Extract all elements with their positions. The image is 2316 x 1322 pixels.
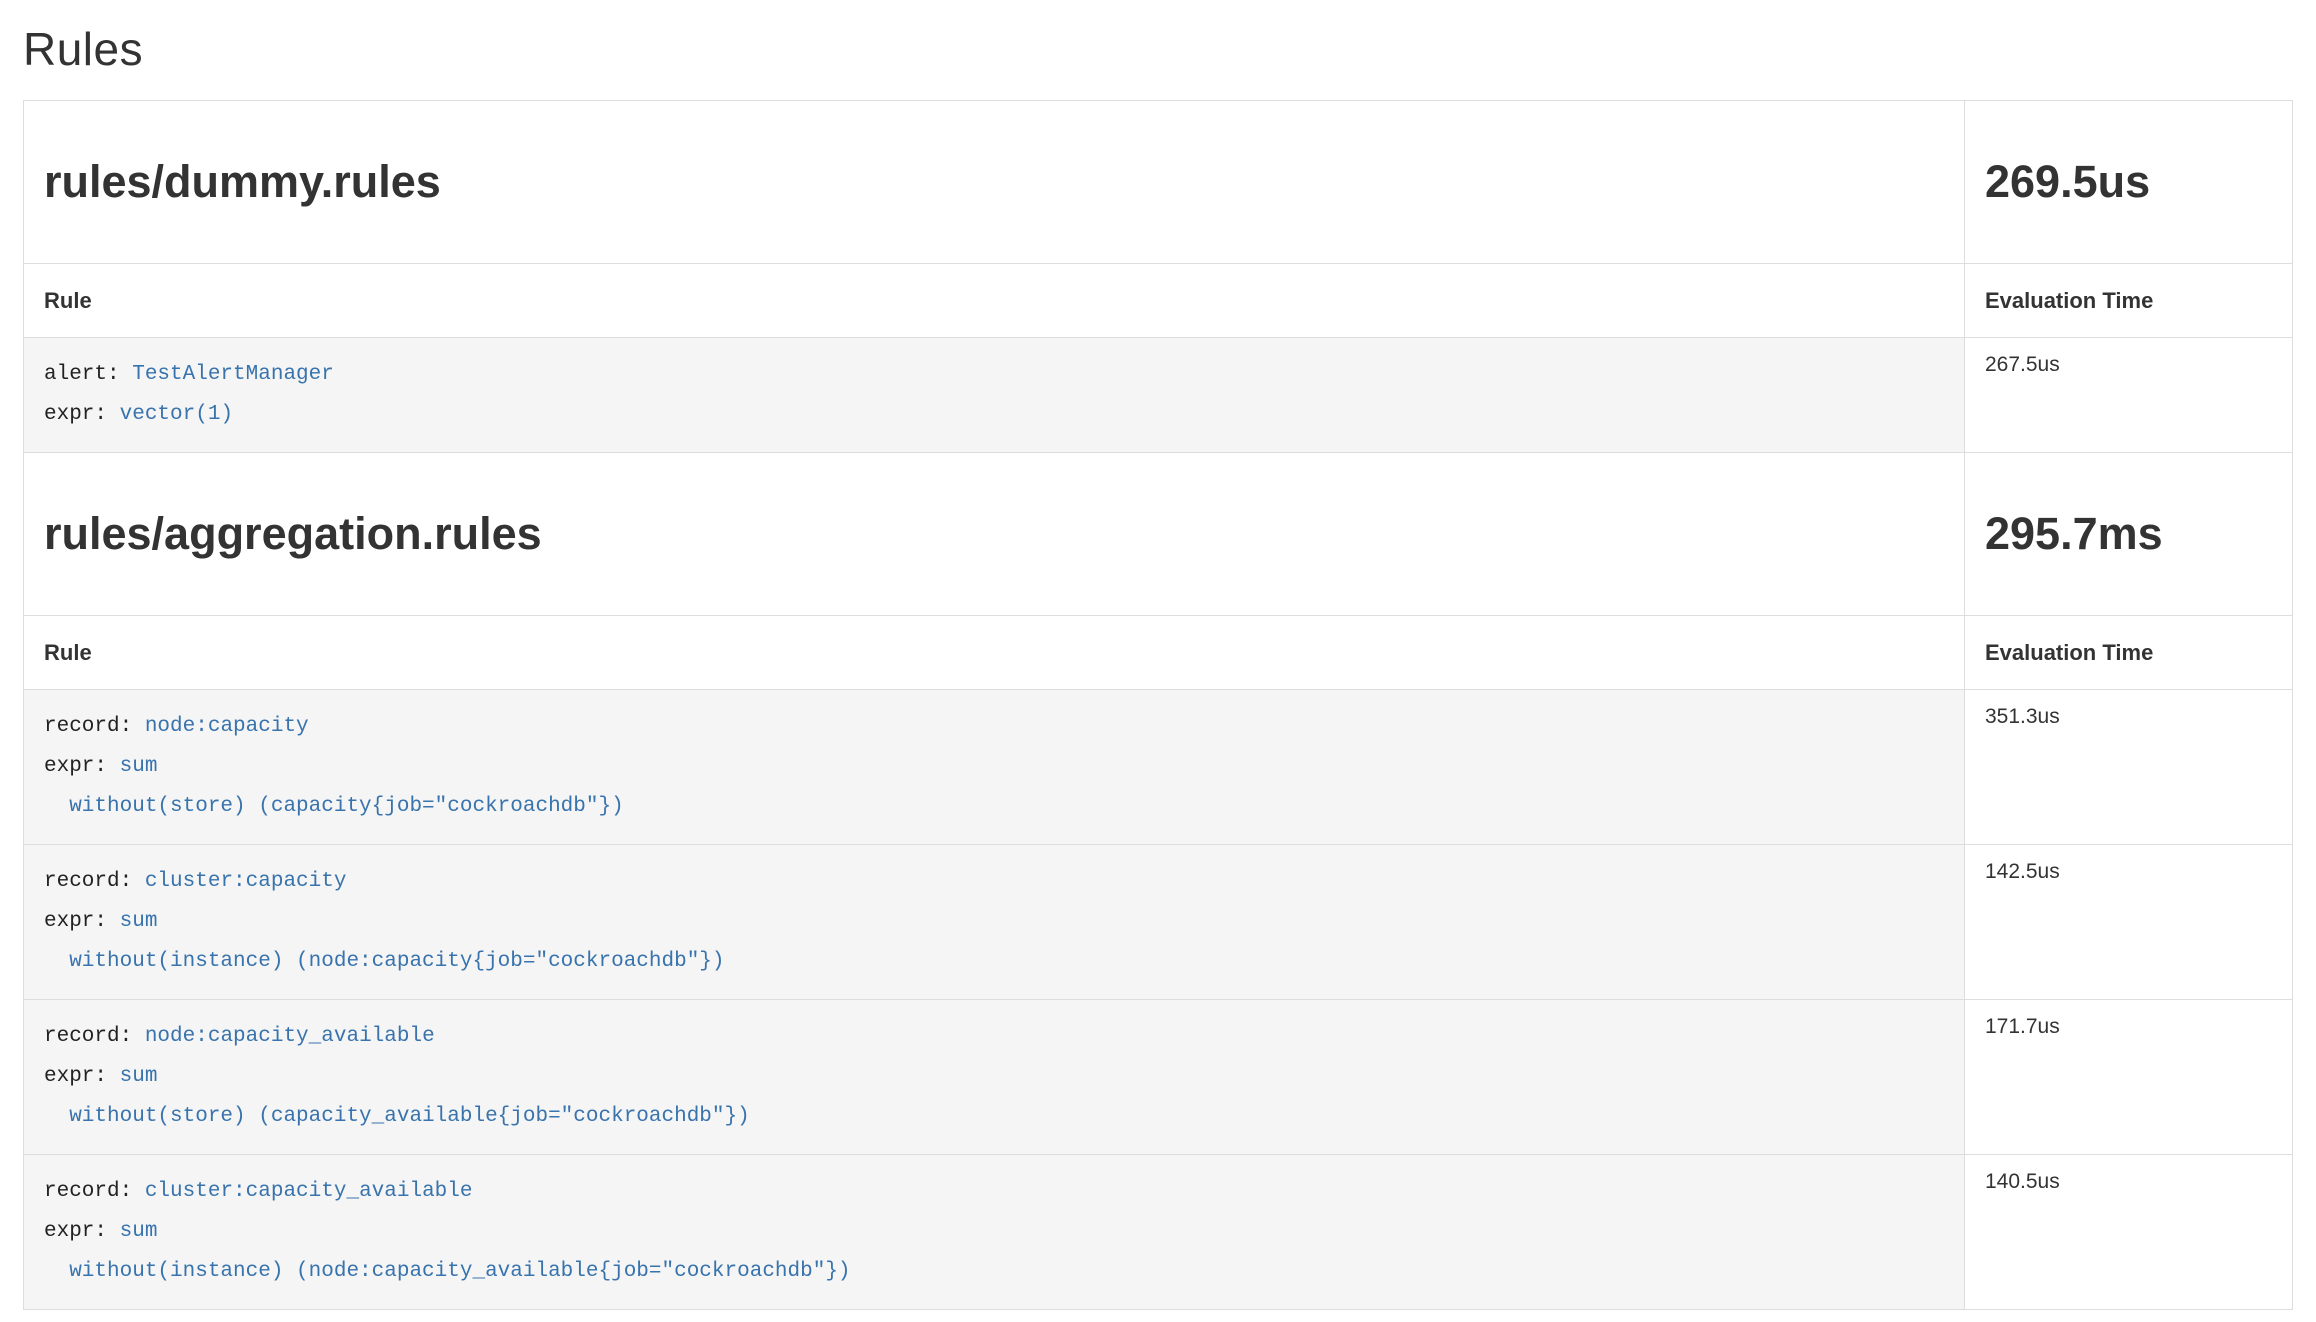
expr-link[interactable]: sum (120, 1065, 158, 1088)
column-header-row: RuleEvaluation Time (24, 616, 2293, 690)
record-name-link[interactable]: cluster:capacity (145, 870, 347, 893)
rule-row: record: node:capacityexpr: sum without(s… (24, 690, 2293, 845)
expr-link[interactable]: without(instance) (node:capacity{job="co… (44, 950, 725, 973)
rule-code-cell: alert: TestAlertManagerexpr: vector(1) (24, 338, 1965, 453)
rule-column-header: Rule (24, 616, 1965, 690)
rule-code-cell: record: cluster:capacity_availableexpr: … (24, 1155, 1965, 1310)
rule-group-file: rules/dummy.rules (44, 156, 441, 207)
code-keyword: expr: (44, 403, 120, 426)
rules-page: Rules rules/dummy.rules269.5usRuleEvalua… (0, 22, 2316, 1310)
code-keyword: expr: (44, 1065, 120, 1088)
code-line: expr: sum (44, 1212, 1944, 1252)
rule-evaluation-time: 267.5us (1965, 338, 2293, 453)
group-evaluation-time: 269.5us (1985, 156, 2150, 207)
evaluation-time-column-header: Evaluation Time (1965, 616, 2293, 690)
code-keyword: record: (44, 870, 145, 893)
rule-code-cell: record: node:capacity_availableexpr: sum… (24, 1000, 1965, 1155)
code-keyword: expr: (44, 910, 120, 933)
rule-code-cell: record: cluster:capacityexpr: sum withou… (24, 845, 1965, 1000)
code-line: alert: TestAlertManager (44, 355, 1944, 395)
record-name-link[interactable]: node:capacity_available (145, 1025, 435, 1048)
rule-group-header-row: rules/dummy.rules 269.5us (24, 101, 2293, 264)
evaluation-time-column-header: Evaluation Time (1965, 264, 2293, 338)
record-name-link[interactable]: node:capacity (145, 715, 309, 738)
rule-evaluation-time: 140.5us (1965, 1155, 2293, 1310)
rule-row: record: cluster:capacityexpr: sum withou… (24, 845, 2293, 1000)
code-line: record: cluster:capacity_available (44, 1172, 1944, 1212)
rule-evaluation-time: 142.5us (1965, 845, 2293, 1000)
rule-evaluation-time: 351.3us (1965, 690, 2293, 845)
code-line: expr: vector(1) (44, 395, 1944, 435)
expr-link[interactable]: without(store) (capacity_available{job="… (44, 1105, 750, 1128)
rule-group-file: rules/aggregation.rules (44, 508, 542, 559)
code-line: expr: sum (44, 1057, 1944, 1097)
code-line: without(instance) (node:capacity{job="co… (44, 942, 1944, 982)
rule-row: record: cluster:capacity_availableexpr: … (24, 1155, 2293, 1310)
code-line: expr: sum (44, 902, 1944, 942)
code-line: without(store) (capacity_available{job="… (44, 1097, 1944, 1137)
expr-link[interactable]: sum (120, 910, 158, 933)
code-line: record: node:capacity (44, 707, 1944, 747)
rule-column-header: Rule (24, 264, 1965, 338)
code-line: record: cluster:capacity (44, 862, 1944, 902)
rule-row: record: node:capacity_availableexpr: sum… (24, 1000, 2293, 1155)
alert-name-link[interactable]: TestAlertManager (132, 363, 334, 386)
rule-evaluation-time: 171.7us (1965, 1000, 2293, 1155)
rule-row: alert: TestAlertManagerexpr: vector(1)26… (24, 338, 2293, 453)
code-line: without(instance) (node:capacity_availab… (44, 1252, 1944, 1292)
expr-link[interactable]: without(store) (capacity{job="cockroachd… (44, 795, 624, 818)
expr-link[interactable]: sum (120, 1220, 158, 1243)
column-header-row: RuleEvaluation Time (24, 264, 2293, 338)
rule-code-cell: record: node:capacityexpr: sum without(s… (24, 690, 1965, 845)
rule-group-header-row: rules/aggregation.rules 295.7ms (24, 453, 2293, 616)
code-line: expr: sum (44, 747, 1944, 787)
code-line: without(store) (capacity{job="cockroachd… (44, 787, 1944, 827)
page-title: Rules (23, 22, 2293, 76)
expr-link[interactable]: without(instance) (node:capacity_availab… (44, 1260, 851, 1283)
code-keyword: expr: (44, 1220, 120, 1243)
code-line: record: node:capacity_available (44, 1017, 1944, 1057)
code-keyword: record: (44, 1180, 145, 1203)
expr-link[interactable]: vector(1) (120, 403, 233, 426)
expr-link[interactable]: sum (120, 755, 158, 778)
code-keyword: expr: (44, 755, 120, 778)
rules-table: rules/dummy.rules269.5usRuleEvaluation T… (23, 100, 2293, 1310)
code-keyword: record: (44, 1025, 145, 1048)
group-evaluation-time: 295.7ms (1985, 508, 2163, 559)
code-keyword: record: (44, 715, 145, 738)
record-name-link[interactable]: cluster:capacity_available (145, 1180, 473, 1203)
code-keyword: alert: (44, 363, 132, 386)
